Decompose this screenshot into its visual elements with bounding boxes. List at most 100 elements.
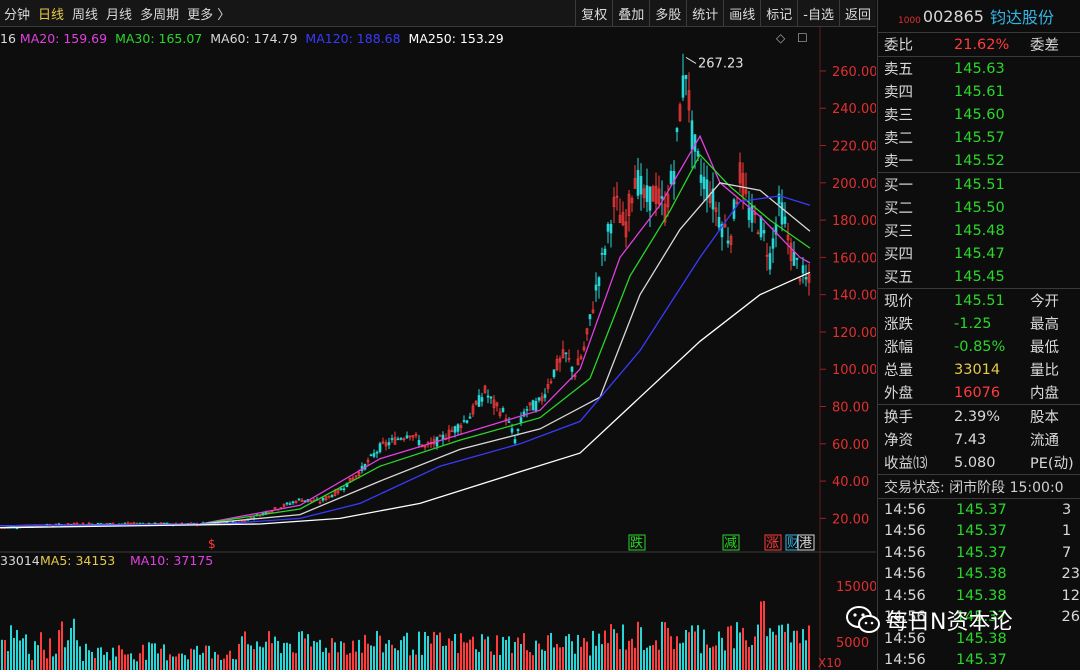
stat-extra-label: 今开: [1030, 294, 1059, 310]
period-tabs: 分钟 日线 周线 月线 多周期 更多 〉: [0, 0, 234, 26]
tick-row[interactable]: 14:56 145.37 3: [878, 499, 1080, 521]
order-row[interactable]: 买三 145.48: [878, 219, 1080, 242]
order-row[interactable]: 卖二 145.57: [878, 126, 1080, 149]
tick-volume: 3: [1062, 501, 1072, 518]
stat-row: 总量 33014 量比: [878, 358, 1080, 381]
stat-extra-label: 股本: [1030, 410, 1059, 426]
order-row[interactable]: 卖三 145.60: [878, 103, 1080, 126]
order-price: 145.51: [954, 176, 1005, 193]
watermark: 每日N资本论: [846, 604, 1012, 636]
period-tab-5[interactable]: 更多 〉: [183, 4, 234, 23]
stat-extra-label: PE(动): [1030, 456, 1074, 472]
order-price: 145.61: [954, 83, 1005, 100]
stat-value: 2.39%: [954, 408, 1001, 425]
tick-row[interactable]: 14:56 145.37: [878, 650, 1080, 670]
toolbar-button-0[interactable]: 复权: [575, 0, 612, 26]
toolbar-button-2[interactable]: 多股: [649, 0, 686, 26]
event-marker-label: 跌: [630, 535, 643, 551]
toolbar-button-5[interactable]: 标记: [760, 0, 797, 26]
tool-buttons: 复权 叠加 多股 统计 画线 标记 -自选 返回: [575, 0, 876, 26]
order-level-label: 卖二: [884, 131, 913, 147]
svg-text:$: $: [208, 537, 216, 551]
price-tick-label: 200.00: [832, 177, 876, 192]
toolbar-button-6[interactable]: -自选: [797, 0, 839, 26]
volume-legend-item: MA5: 34153: [40, 553, 115, 568]
stat-extra-label: 最高: [1030, 317, 1059, 333]
order-level-label: 卖一: [884, 154, 913, 170]
order-price: 145.47: [954, 245, 1005, 262]
stat-value: -0.85%: [954, 338, 1006, 355]
stat-extra-label: 内盘: [1030, 386, 1059, 402]
weicha-label: 委差: [1030, 38, 1059, 54]
header-badge: 1000: [898, 16, 921, 26]
tick-time: 14:56: [884, 566, 926, 583]
price-tick-label: 260.00: [832, 65, 876, 80]
stat-label: 换手: [884, 410, 913, 426]
tick-time: 14:56: [884, 501, 926, 518]
tick-list[interactable]: 14:56 145.37 3 14:56 145.37 1 14:56 145.37 7 14:5…: [878, 499, 1080, 670]
order-level-label: 卖四: [884, 85, 913, 101]
tick-row[interactable]: 14:56 145.37 1: [878, 521, 1080, 543]
tick-volume: 26: [1061, 609, 1080, 626]
stock-header: 1000 002865 钧达股份: [878, 0, 1080, 33]
period-tab-0[interactable]: 分钟: [0, 4, 34, 23]
period-tab-2[interactable]: 周线: [68, 4, 102, 23]
period-tab-3[interactable]: 月线: [102, 4, 136, 23]
stat-row: 现价 145.51 今开: [878, 289, 1080, 312]
tick-time: 14:56: [884, 544, 926, 561]
order-price: 145.52: [954, 152, 1005, 169]
stat-value: 33014: [954, 361, 1001, 378]
toolbar-button-3[interactable]: 统计: [686, 0, 723, 26]
order-level-label: 买四: [884, 247, 913, 263]
period-tab-4[interactable]: 多周期: [136, 4, 183, 23]
order-row[interactable]: 卖四 145.61: [878, 80, 1080, 103]
weibi-row: 委比 21.62% 委差: [878, 33, 1080, 56]
order-level-label: 卖五: [884, 62, 913, 78]
stock-code: 002865: [922, 6, 984, 26]
order-level-label: 买三: [884, 224, 913, 240]
price-tick-label: 180.00: [832, 214, 876, 229]
weibi-label: 委比: [884, 38, 913, 54]
order-price: 145.63: [954, 60, 1005, 77]
tick-time: 14:56: [884, 523, 926, 540]
buy-order-book: 买一 145.51 买二 145.50 买三 145.48 买四 145.47 买五 145.45: [878, 173, 1080, 288]
toolbar-button-4[interactable]: 画线: [723, 0, 760, 26]
volume-unit-label: X10: [818, 656, 842, 670]
stat-label: 现价: [884, 294, 913, 310]
toolbar-button-1[interactable]: 叠加: [612, 0, 649, 26]
order-row[interactable]: 买五 145.45: [878, 265, 1080, 288]
toolbar-button-7[interactable]: 返回: [838, 0, 876, 26]
price-tick-label: 120.00: [832, 326, 876, 341]
volume-tick-label: 15000: [836, 580, 876, 595]
tick-price: 145.37: [956, 544, 1007, 561]
order-row[interactable]: 买一 145.51: [878, 173, 1080, 196]
order-row[interactable]: 卖一 145.52: [878, 149, 1080, 172]
price-tick-label: 40.00: [832, 475, 869, 490]
stat-row: 外盘 16076 内盘: [878, 381, 1080, 404]
tick-time: 14:56: [884, 587, 926, 604]
order-level-label: 买二: [884, 201, 913, 217]
stat-row: 换手 2.39% 股本: [878, 405, 1080, 428]
order-row[interactable]: 买二 145.50: [878, 196, 1080, 219]
order-row[interactable]: 卖五 145.63: [878, 57, 1080, 80]
order-level-label: 买一: [884, 178, 913, 194]
order-price: 145.45: [954, 268, 1005, 285]
stat-extra-label: 最低: [1030, 340, 1059, 356]
volume-legend-item: MA10: 37175: [130, 553, 213, 568]
trade-status: 交易状态: 闭市阶段 15:00:0: [878, 474, 1080, 499]
order-row[interactable]: 买四 145.47: [878, 242, 1080, 265]
price-tick-label: 240.00: [832, 102, 876, 117]
tick-row[interactable]: 14:56 145.38 23: [878, 564, 1080, 586]
peak-price-label: 267.23: [698, 56, 744, 71]
stock-name[interactable]: 钧达股份: [990, 4, 1054, 28]
period-tab-1[interactable]: 日线: [34, 4, 68, 23]
tick-price: 145.37: [956, 652, 1007, 669]
tick-row[interactable]: 14:56 145.37 7: [878, 542, 1080, 564]
stat-label: 总量: [884, 363, 913, 379]
wechat-icon: [846, 606, 880, 633]
ma-line-ma60: [0, 182, 811, 527]
tick-price: 145.37: [956, 523, 1007, 540]
stat-label: 收益⒀: [884, 456, 928, 472]
order-level-label: 买五: [884, 270, 913, 286]
kline-chart[interactable]: 20.00 40.00 60.00 80.00 100.00 120.00 140.00 16…: [0, 27, 876, 670]
